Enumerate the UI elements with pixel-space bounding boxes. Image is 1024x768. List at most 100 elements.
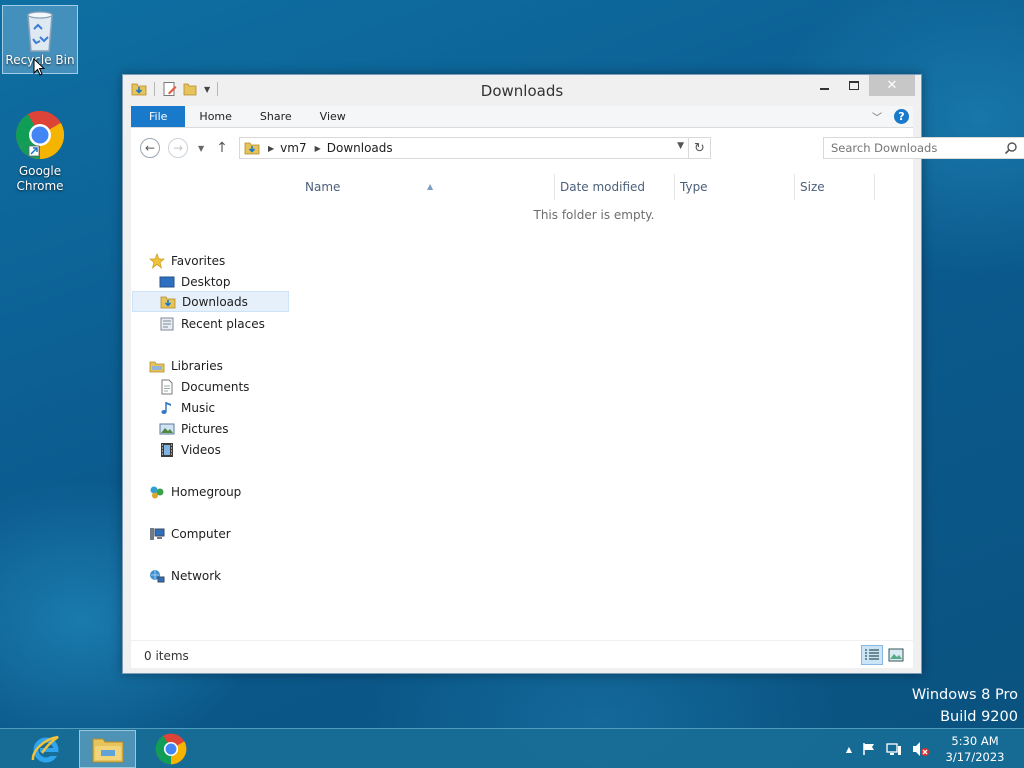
large-icons-view-icon	[888, 648, 904, 662]
clock-date: 3/17/2023	[945, 750, 1005, 764]
column-header-date-modified[interactable]: Date modified	[554, 174, 674, 200]
tab-home[interactable]: Home	[185, 106, 245, 127]
nav-item-label: Downloads	[182, 294, 248, 309]
nav-item-downloads[interactable]: Downloads	[132, 291, 289, 312]
nav-item-documents[interactable]: Documents	[159, 376, 249, 397]
search-box[interactable]	[823, 137, 1024, 159]
watermark-build: Build 9200	[940, 709, 1018, 725]
sort-chevron-up-icon: ▲	[427, 182, 434, 191]
explorer-window[interactable]: ▼ Downloads ✕ File Home Share View ﹀ ? ←	[122, 74, 1024, 674]
tab-share[interactable]: Share	[246, 106, 306, 127]
taskbar-internet-explorer[interactable]	[17, 730, 74, 768]
downloads-folder-icon	[244, 142, 260, 155]
nav-item-label: Desktop	[181, 274, 231, 289]
address-bar[interactable]: ▶ vm7 ▶ Downloads ▼	[239, 137, 689, 159]
window-title: Downloads	[480, 82, 564, 100]
column-label: Date modified	[560, 180, 646, 194]
column-header-size[interactable]: Size	[794, 174, 874, 200]
nav-item-label: Documents	[181, 379, 250, 394]
chrome-icon	[15, 110, 65, 160]
nav-favorites[interactable]: Favorites	[149, 250, 225, 271]
nav-item-label: Network	[171, 568, 222, 583]
maximize-icon	[849, 81, 859, 90]
tab-view[interactable]: View	[306, 106, 360, 127]
nav-item-pictures[interactable]: Pictures	[159, 418, 229, 439]
volume-muted-icon[interactable]	[912, 741, 930, 757]
close-button[interactable]: ✕	[869, 75, 915, 96]
expand-ribbon-chevron-down-icon[interactable]: ﹀	[872, 109, 882, 124]
breadcrumb-chevron-right-icon[interactable]: ▶	[315, 144, 321, 153]
music-note-icon	[159, 400, 175, 416]
breadcrumb-chevron-right-icon[interactable]: ▶	[268, 144, 274, 153]
column-label: Name	[305, 180, 341, 194]
nav-computer[interactable]: Computer	[149, 523, 231, 544]
column-separator[interactable]	[874, 174, 875, 200]
content-area: Favorites Desktop Downloads Recent place…	[131, 168, 913, 640]
back-button[interactable]: ←	[140, 138, 160, 158]
taskbar-google-chrome[interactable]	[142, 730, 199, 768]
taskbar-clock[interactable]: 5:30 AM 3/17/2023	[940, 733, 1010, 765]
nav-item-desktop[interactable]: Desktop	[159, 271, 231, 292]
minimize-icon	[819, 87, 829, 90]
navigation-pane: Favorites Desktop Downloads Recent place…	[131, 168, 289, 640]
column-header-type[interactable]: Type	[674, 174, 794, 200]
star-icon	[149, 252, 165, 269]
nav-item-label: Computer	[171, 526, 231, 541]
system-tray: ▲ 5:30 AM 3/17/2023	[846, 729, 1024, 768]
title-bar[interactable]: ▼ Downloads ✕	[123, 75, 921, 105]
column-label: Size	[800, 180, 825, 194]
column-label: Type	[680, 180, 708, 194]
column-header-name[interactable]: Name ▲	[299, 174, 554, 200]
nav-network[interactable]: Network	[149, 565, 221, 586]
file-list: Name ▲ Date modified Type Size This fold…	[299, 168, 913, 640]
window-controls: ✕	[809, 75, 915, 96]
recycle-bin-icon	[27, 11, 53, 52]
desktop-icon	[159, 274, 175, 290]
nav-homegroup[interactable]: Homegroup	[149, 481, 241, 502]
refresh-icon: ↻	[694, 140, 705, 156]
action-center-flag-icon[interactable]	[862, 742, 876, 756]
computer-icon	[149, 526, 165, 542]
address-history-chevron-down-icon[interactable]: ▼	[677, 141, 684, 151]
file-explorer-icon	[92, 738, 123, 763]
picture-icon	[159, 421, 175, 437]
close-icon: ✕	[886, 78, 898, 93]
nav-item-music[interactable]: Music	[159, 397, 215, 418]
nav-item-label: Videos	[181, 442, 221, 457]
item-count: 0 items	[144, 649, 189, 663]
mouse-cursor-icon	[33, 58, 45, 76]
refresh-button[interactable]: ↻	[689, 137, 711, 159]
help-icon[interactable]: ?	[894, 109, 909, 124]
homegroup-icon	[149, 484, 165, 500]
maximize-button[interactable]	[839, 75, 869, 96]
internet-explorer-icon	[31, 735, 59, 763]
taskbar-file-explorer[interactable]	[79, 730, 136, 768]
forward-button[interactable]: →	[168, 138, 188, 158]
nav-libraries[interactable]: Libraries	[149, 355, 223, 376]
search-input[interactable]	[831, 141, 1001, 155]
desktop-icon-google-chrome[interactable]: Google Chrome	[2, 110, 78, 194]
nav-item-label: Pictures	[181, 421, 229, 436]
chrome-icon	[155, 733, 186, 765]
nav-item-label: Homegroup	[171, 484, 242, 499]
breadcrumb-downloads[interactable]: Downloads	[327, 141, 393, 155]
nav-item-videos[interactable]: Videos	[159, 439, 221, 460]
network-status-icon[interactable]	[886, 742, 902, 756]
video-film-icon	[159, 442, 175, 458]
nav-item-recent-places[interactable]: Recent places	[159, 313, 265, 334]
desktop-icon-label: Google Chrome	[16, 164, 64, 193]
windows-watermark: Windows 8 Pro Build 9200	[912, 684, 1018, 728]
up-arrow-icon[interactable]: ↑	[216, 140, 228, 156]
search-icon[interactable]	[1004, 141, 1018, 155]
large-icons-view-button[interactable]	[885, 645, 907, 665]
details-view-button[interactable]	[861, 645, 883, 665]
arrow-left-icon: ←	[144, 141, 156, 155]
tab-file[interactable]: File	[131, 106, 186, 127]
watermark-edition: Windows 8 Pro	[911, 687, 1018, 703]
recent-locations-chevron-down-icon[interactable]: ▼	[198, 144, 204, 153]
breadcrumb-vm7[interactable]: vm7	[280, 141, 306, 155]
recent-places-icon	[159, 316, 175, 332]
show-hidden-icons-chevron-up-icon[interactable]: ▲	[846, 745, 852, 754]
taskbar: ▲ 5:30 AM 3/17/2023	[0, 728, 1024, 768]
minimize-button[interactable]	[809, 75, 839, 96]
